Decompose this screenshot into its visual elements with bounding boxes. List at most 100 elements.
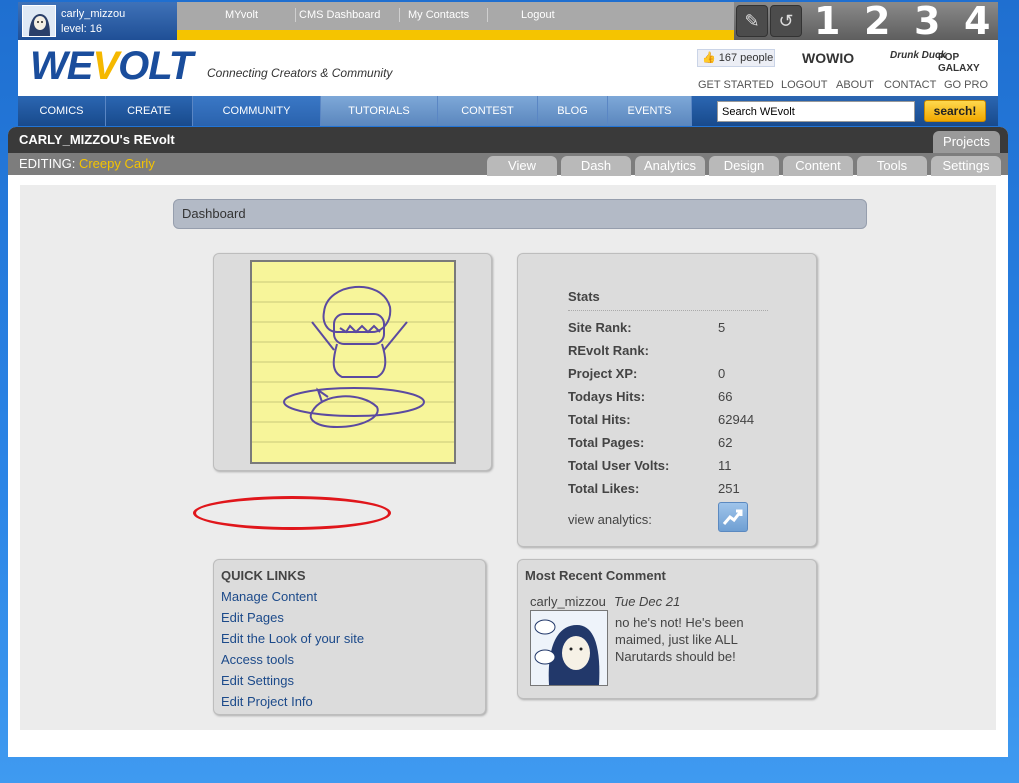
user-box[interactable]: carly_mizzou level: 16 (18, 2, 177, 40)
comment-text: no he's not! He's been maimed, just like… (615, 615, 744, 664)
stat-label: Total User Volts: (568, 458, 670, 473)
panel-title-text: CARLY_MIZZOU's REvolt (19, 132, 175, 147)
link-edit-look[interactable]: Edit the Look of your site (221, 631, 364, 646)
stats-box: Stats Site Rank: 5 REvolt Rank: Project … (517, 253, 817, 547)
pencil-icon[interactable]: ✎ (736, 5, 768, 37)
divider (568, 310, 768, 311)
editing-label: EDITING: (19, 156, 76, 171)
link-edit-settings[interactable]: Edit Settings (221, 673, 294, 688)
tab-analytics[interactable]: Analytics (635, 156, 705, 176)
tab-tools[interactable]: Tools (857, 156, 927, 176)
link-logout[interactable]: LOGOUT (781, 79, 827, 91)
stat-label: Total Pages: (568, 435, 645, 450)
nav-logout[interactable]: Logout (521, 9, 555, 21)
tab-content[interactable]: Content (783, 156, 853, 176)
project-thumbnail-box (213, 253, 492, 471)
search-button[interactable]: search! (924, 100, 986, 122)
quick-links-heading: QUICK LINKS (221, 568, 306, 583)
site-header: WEVOLT Connecting Creators & Community 👍… (18, 40, 998, 96)
nav-community[interactable]: COMMUNITY (193, 96, 321, 126)
tab-design[interactable]: Design (709, 156, 779, 176)
level-number-1[interactable]: 1 (814, 0, 840, 43)
nav-events[interactable]: EVENTS (608, 96, 692, 126)
nav-comics[interactable]: COMICS (18, 96, 106, 126)
comic-drawing-icon (252, 262, 454, 462)
logo-we: WE (30, 44, 93, 88)
avatar[interactable] (22, 5, 56, 37)
link-access-tools[interactable]: Access tools (221, 652, 294, 667)
user-bar: carly_mizzou level: 16 MYvolt CMS Dashbo… (18, 0, 998, 43)
stat-label: Total Hits: (568, 412, 631, 427)
comment-date: Tue Dec 21 (614, 594, 681, 609)
stat-label: REvolt Rank: (568, 343, 649, 358)
stat-value: 62 (718, 435, 733, 450)
main-nav: COMICS CREATE COMMUNITY TUTORIALS CONTES… (18, 96, 998, 126)
stat-value: 0 (718, 366, 726, 381)
stat-value: 11 (718, 458, 732, 473)
link-contact[interactable]: CONTACT (884, 79, 936, 91)
user-avatar-icon (23, 6, 55, 36)
tab-settings[interactable]: Settings (931, 156, 1001, 176)
stats-heading: Stats (568, 289, 600, 304)
tab-dash[interactable]: Dash (561, 156, 631, 176)
level-number-3[interactable]: 3 (914, 0, 940, 43)
wowio-logo[interactable]: WOWIO (802, 50, 854, 66)
stat-value: 251 (718, 481, 740, 496)
nav-create[interactable]: CREATE (106, 96, 193, 126)
nav-my-contacts[interactable]: My Contacts (408, 9, 469, 21)
tagline: Connecting Creators & Community (207, 66, 393, 80)
panel-title: CARLY_MIZZOU's REvolt Projects (8, 127, 1008, 153)
nav-tutorials[interactable]: TUTORIALS (321, 96, 438, 126)
project-thumbnail[interactable] (250, 260, 456, 464)
stat-label: Total Likes: (568, 481, 640, 496)
divider (295, 8, 296, 22)
logo-olt: OLT (118, 44, 193, 88)
stat-label: Todays Hits: (568, 389, 646, 404)
username[interactable]: carly_mizzou (61, 8, 125, 20)
divider (399, 8, 400, 22)
level-number-4[interactable]: 4 (964, 0, 990, 43)
recent-comment-heading: Most Recent Comment (525, 568, 666, 583)
tools-box: ✎ ↺ 1 2 3 4 (734, 0, 998, 43)
comment-user[interactable]: carly_mizzou (530, 594, 606, 609)
search-input[interactable] (717, 101, 915, 122)
wevolt-logo[interactable]: WEVOLT (30, 44, 193, 89)
dashboard-header: Dashboard (173, 199, 867, 229)
user-level: level: 16 (61, 23, 102, 35)
highlight-circle (193, 496, 391, 530)
projects-button[interactable]: Projects (933, 131, 1000, 153)
view-analytics-label: view analytics: (568, 512, 652, 527)
comment-avatar[interactable] (530, 610, 608, 686)
commenter-avatar-icon (531, 611, 607, 685)
stat-label: Project XP: (568, 366, 638, 381)
recent-comment-box: Most Recent Comment carly_mizzou Tue Dec… (517, 559, 817, 699)
stat-value: 5 (718, 320, 726, 335)
stat-value: 62944 (718, 412, 755, 427)
history-icon[interactable]: ↺ (770, 5, 802, 37)
stat-value: 66 (718, 389, 733, 404)
link-go-pro[interactable]: GO PRO (944, 79, 988, 91)
revolt-panel: CARLY_MIZZOU's REvolt Projects EDITING: … (8, 127, 1008, 757)
quick-links-box: QUICK LINKS Manage Content Edit Pages Ed… (213, 559, 486, 715)
logo-v: V (92, 44, 119, 88)
nav-contest[interactable]: CONTEST (438, 96, 538, 126)
pop-galaxy-logo[interactable]: POP GALAXY (938, 52, 998, 74)
project-name[interactable]: Creepy Carly (79, 156, 155, 171)
divider (487, 8, 488, 22)
link-about[interactable]: ABOUT (836, 79, 874, 91)
thumbs-up-icon: 👍 (702, 52, 716, 64)
top-nav: MYvolt CMS Dashboard My Contacts Logout (177, 2, 737, 40)
nav-cms-dashboard[interactable]: CMS Dashboard (299, 9, 380, 21)
link-edit-project-info[interactable]: Edit Project Info (221, 694, 313, 709)
link-manage-content[interactable]: Manage Content (221, 589, 317, 604)
like-button[interactable]: 👍 167 people (697, 49, 775, 67)
stat-label: Site Rank: (568, 320, 632, 335)
tab-view[interactable]: View (487, 156, 557, 176)
nav-myvolt[interactable]: MYvolt (225, 9, 258, 21)
link-edit-pages[interactable]: Edit Pages (221, 610, 284, 625)
link-get-started[interactable]: GET STARTED (698, 79, 774, 91)
analytics-chart-icon[interactable] (718, 502, 748, 532)
like-count: 167 people (718, 52, 774, 64)
level-number-2[interactable]: 2 (864, 0, 890, 43)
nav-blog[interactable]: BLOG (538, 96, 608, 126)
